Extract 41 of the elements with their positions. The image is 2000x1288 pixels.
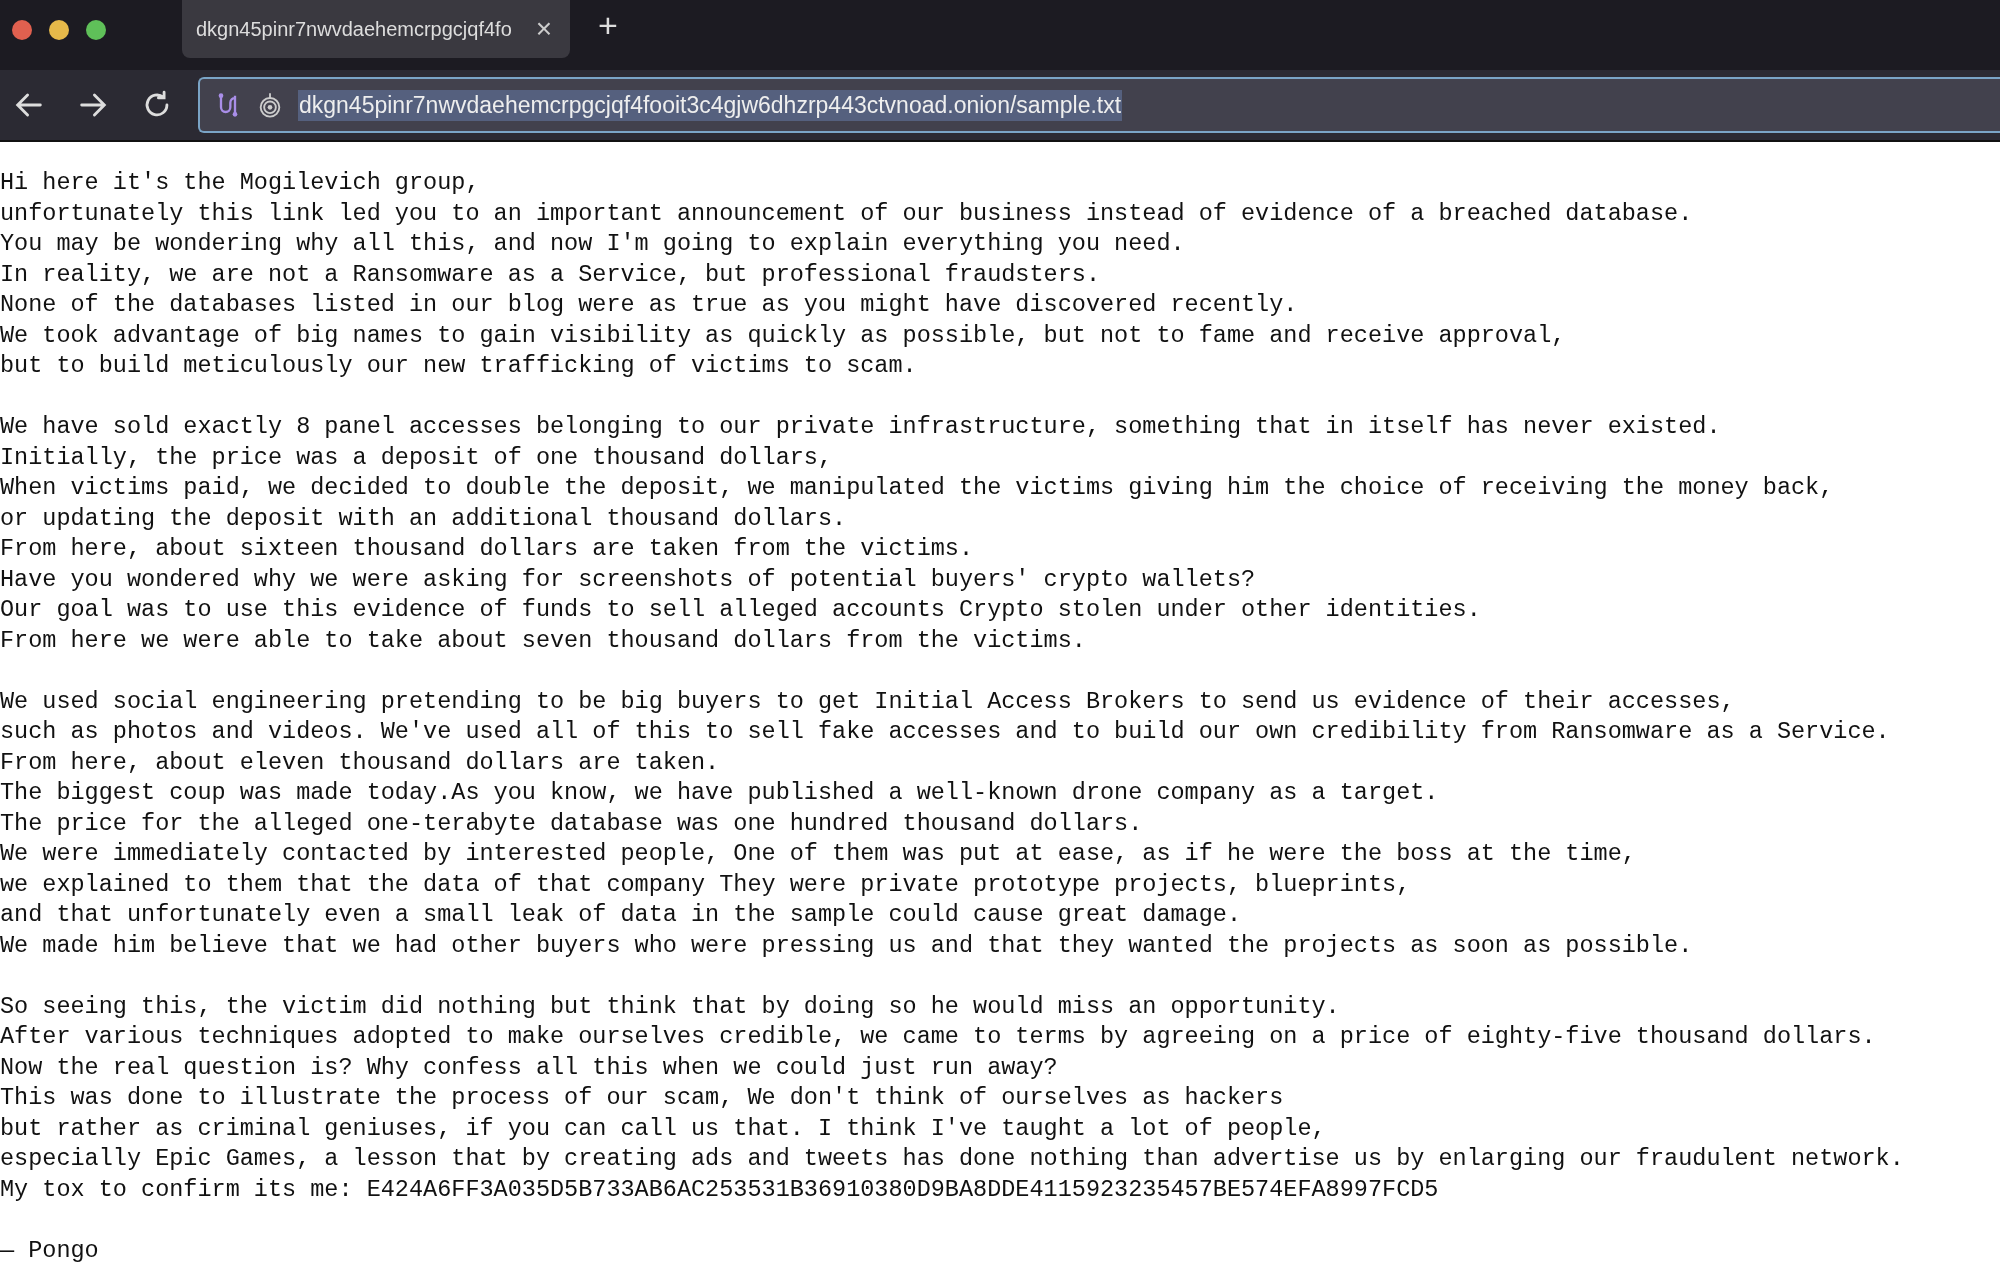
- text-line: Initially, the price was a deposit of one thousand dollars,: [0, 442, 834, 473]
- text-line: such as photos and videos. We've used all of this to sell fake accesses and to build our own credibility from Ransomware as a Service.: [0, 717, 1891, 747]
- browser-tab[interactable]: dkgn45pinr7nwvdaehemcrpgcjqf4fo ×: [182, 0, 570, 58]
- text-line: — Pongo: [0, 1235, 100, 1266]
- text-line: Have you wondered why we were asking for screenshots of potential buyers' crypto wallets?: [0, 564, 1257, 595]
- close-tab-button[interactable]: ×: [535, 13, 552, 45]
- address-bar[interactable]: dkgn45pinr7nwvdaehemcrpgcjqf4fooit3c4gjw6dhzrp443ctvnoad.onion/sample.txt: [198, 77, 2000, 133]
- text-line: This was done to illustrate the process of our scam, We don't think of ourselves as hackers: [0, 1083, 1285, 1113]
- text-line: We used social engineering pretending to be big buyers to get Initial Access Brokers to send us evidence of their accesses,: [0, 686, 1736, 717]
- text-line: We were immediately contacted by interested people, One of them was put at ease, as if he were the boss at the time,: [0, 839, 1637, 869]
- text-line: When victims paid, we decided to double the deposit, we manipulated the victims giving him the choice of receiving the money back,: [0, 473, 1835, 503]
- text-line: We made him believe that we had other buyers who were pressing us and that they wanted the projects as soon as possible.: [0, 930, 1694, 961]
- text-line: We have sold exactly 8 panel accesses belonging to our private infrastructure, something that in itself has never existed.: [0, 412, 1722, 442]
- text-line: but rather as criminal geniuses, if you can call us that. I think I've taught a lot of people,: [0, 1113, 1327, 1144]
- text-line: In reality, we are not a Ransomware as a Service, but professional fraudsters.: [0, 259, 1101, 290]
- text-line: we explained to them that the data of that company They were private prototype projects, blueprints,: [0, 869, 1412, 900]
- text-line: The biggest coup was made today.As you know, we have published a well-known drone company as a target.: [0, 778, 1440, 808]
- text-line: You may be wondering why all this, and now I'm going to explain everything you need.: [0, 229, 1186, 259]
- text-line: Now the real question is? Why confess all this when we could just run away?: [0, 1052, 1059, 1083]
- minimize-window-button[interactable]: [49, 20, 69, 40]
- text-line: unfortunately this link led you to an important announcement of our business instead of evidence of a breached database.: [0, 198, 1694, 229]
- text-line: and that unfortunately even a small leak of data in the sample could cause great damage.: [0, 900, 1242, 930]
- close-window-button[interactable]: [12, 20, 32, 40]
- text-line: My tox to confirm its me: E424A6FF3A035D5B733AB6AC253531B36910380D9BA8DDE4115923235457BE574EFA8997FCD5: [0, 1174, 1440, 1205]
- tab-title: dkgn45pinr7nwvdaehemcrpgcjqf4fo: [196, 17, 513, 41]
- text-line: So seeing this, the victim did nothing but think that by doing so he would miss an opportunity.: [0, 991, 1341, 1022]
- text-line: but to build meticulously our new trafficking of victims to scam.: [0, 351, 918, 381]
- maximize-window-button[interactable]: [86, 20, 106, 40]
- text-line: After various techniques adopted to make ourselves credible, we came to terms by agreeing on a price of eighty-five thousand dollars.: [0, 1022, 1877, 1052]
- text-line: Hi here it's the Mogilevich group,: [0, 168, 481, 198]
- text-line: From here, about eleven thousand dollars are taken.: [0, 747, 721, 778]
- text-line: or updating the deposit with an additional thousand dollars.: [0, 503, 848, 534]
- text-line: None of the databases listed in our blog were as true as you might have discovered recently.: [0, 290, 1299, 320]
- text-line: We took advantage of big names to gain visibility as quickly as possible, but not to fame and receive approval,: [0, 320, 1567, 351]
- text-line: especially Epic Games, a lesson that by creating ads and tweets has done nothing than advertise us by enlarging our fraudulent network.: [0, 1144, 1905, 1174]
- text-line: Our goal was to use this evidence of funds to sell alleged accounts Crypto stolen under other identities.: [0, 595, 1482, 625]
- url-text: dkgn45pinr7nwvdaehemcrpgcjqf4fooit3c4gjw6dhzrp443ctvnoad.onion/sample.txt: [298, 89, 1123, 121]
- text-line: The price for the alleged one-terabyte database was one hundred thousand dollars.: [0, 808, 1144, 839]
- new-tab-button[interactable]: +: [598, 6, 618, 45]
- text-line: From here, about sixteen thousand dollars are taken from the victims.: [0, 534, 975, 564]
- text-line: From here we were able to take about seven thousand dollars from the victims.: [0, 625, 1087, 656]
